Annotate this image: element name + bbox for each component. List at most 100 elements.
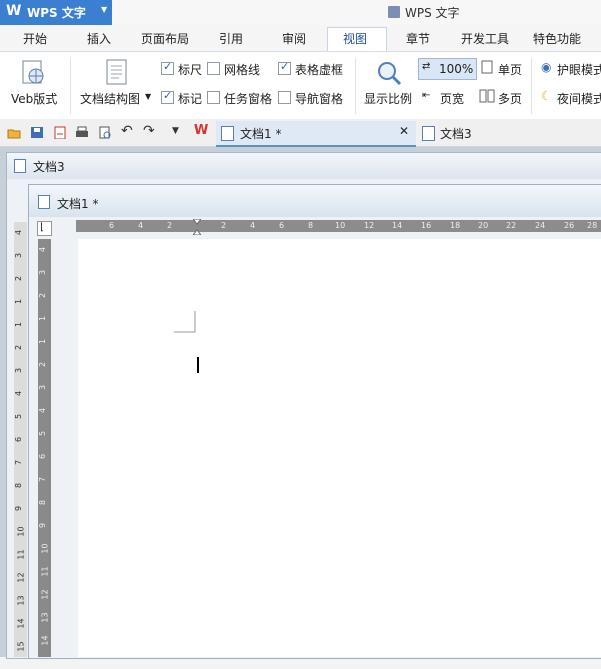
tab-references[interactable]: 引用 bbox=[219, 30, 243, 47]
ruler-label: 1 bbox=[14, 298, 24, 305]
close-icon[interactable]: ✕ bbox=[399, 124, 409, 138]
ruler-label: 10 bbox=[40, 543, 50, 554]
vertical-ruler-labels: 4 3 2 1 1 2 3 4 5 6 7 8 9 10 11 12 13 14 15 bbox=[14, 222, 27, 657]
table-gridlines-checkbox[interactable] bbox=[278, 60, 291, 75]
tab-review[interactable]: 审阅 bbox=[282, 30, 306, 47]
ruler-label: 7 bbox=[14, 459, 24, 466]
window-title: 文档1 * bbox=[57, 197, 99, 211]
ruler-label: 8 bbox=[38, 499, 48, 506]
separator bbox=[531, 58, 532, 114]
pdf-icon[interactable] bbox=[53, 126, 67, 139]
page-width-icon: ⇤ bbox=[422, 90, 431, 101]
ruler-label: 15 bbox=[40, 658, 50, 669]
ruler-label: 12 bbox=[16, 572, 26, 583]
single-page-icon bbox=[481, 60, 493, 74]
tab-view[interactable]: 视图 bbox=[343, 30, 367, 47]
nav-pane-checkbox[interactable] bbox=[278, 91, 291, 104]
separator bbox=[355, 58, 356, 114]
ruler-label: 2 bbox=[14, 275, 24, 282]
tab-insert[interactable]: 插入 bbox=[87, 30, 111, 47]
app-menu-button[interactable]: W WPS 文字 ▼ bbox=[0, 0, 112, 25]
ruler-label: 4 bbox=[250, 221, 256, 230]
ruler-label: 11 bbox=[40, 566, 50, 577]
margin-corner-mark bbox=[174, 311, 196, 333]
ruler-label: 22 bbox=[506, 221, 517, 230]
moon-icon: ☾ bbox=[541, 89, 552, 103]
ruler-label: 3 bbox=[14, 252, 24, 259]
eye-icon: ◉ bbox=[541, 60, 552, 74]
ruler-label: 4 bbox=[14, 229, 24, 236]
ruler-label: 2 bbox=[14, 344, 24, 351]
tab-developer[interactable]: 开发工具 bbox=[461, 30, 509, 47]
ruler-label: 8 bbox=[308, 221, 314, 230]
wps-logo-icon: W bbox=[6, 3, 22, 19]
ruler-label: 18 bbox=[450, 221, 461, 230]
ruler-label: 8 bbox=[14, 482, 24, 489]
doc-tab-active[interactable]: 文档1 * ✕ bbox=[216, 121, 416, 147]
document-map-icon bbox=[106, 59, 127, 85]
ruler-label: 10 bbox=[335, 221, 346, 230]
ruler-label: 5 bbox=[38, 430, 48, 437]
ruler-label: 2 bbox=[221, 221, 227, 230]
print-preview-icon[interactable] bbox=[98, 126, 112, 139]
vertical-ruler-labels: 4 3 2 1 1 2 3 4 5 6 7 8 9 10 11 12 13 14 15 bbox=[38, 239, 51, 669]
doc-tab[interactable]: 文档3 bbox=[420, 121, 510, 145]
gridlines-checkbox[interactable] bbox=[207, 62, 220, 75]
customize-toolbar-icon[interactable]: ▼ bbox=[172, 126, 179, 136]
ruler-label: 9 bbox=[38, 522, 48, 529]
ruler-label: 4 bbox=[38, 246, 48, 253]
nav-pane-label: 导航窗格 bbox=[295, 92, 344, 106]
ruler-label: 14 bbox=[16, 618, 26, 629]
undo-icon[interactable]: ↶ bbox=[121, 123, 133, 139]
ruler-label: 7 bbox=[38, 476, 48, 483]
print-icon[interactable] bbox=[75, 126, 89, 139]
ruler-label: 3 bbox=[38, 269, 48, 276]
tab-stop-selector[interactable]: ⌊ bbox=[37, 221, 52, 236]
ruler-label: 1 bbox=[38, 315, 48, 322]
table-gridlines-label: 表格虚框 bbox=[295, 63, 344, 77]
task-pane-label: 任务窗格 bbox=[224, 92, 273, 106]
ruler-label: 1 bbox=[14, 321, 24, 328]
ruler-checkbox[interactable] bbox=[161, 60, 174, 75]
ruler-label: 28 bbox=[587, 221, 598, 230]
tab-page-layout[interactable]: 页面布局 bbox=[141, 30, 189, 47]
tab-start[interactable]: 开始 bbox=[23, 30, 47, 47]
ruler-label: 24 bbox=[535, 221, 546, 230]
task-pane-checkbox[interactable] bbox=[207, 91, 220, 104]
ruler-label: 11 bbox=[16, 549, 26, 560]
text-cursor bbox=[197, 357, 199, 373]
marks-checkbox[interactable] bbox=[161, 89, 174, 104]
zoom-100-button[interactable]: ⇄ 100% bbox=[418, 58, 477, 80]
ruler-label: 12 bbox=[364, 221, 375, 230]
ruler-label: 4 bbox=[38, 407, 48, 414]
window-title: WPS 文字 bbox=[388, 4, 460, 21]
ruler-label: 14 bbox=[40, 635, 50, 646]
page-zoom-icon: ⇄ bbox=[422, 61, 431, 72]
ruler-label: 14 bbox=[392, 221, 403, 230]
chevron-down-icon: ▼ bbox=[101, 5, 108, 14]
ribbon-tab-bar: 开始 插入 页面布局 引用 审阅 视图 章节 开发工具 特色功能 bbox=[0, 25, 601, 53]
multi-page-icon bbox=[479, 89, 495, 103]
document-icon bbox=[422, 126, 435, 141]
ruler-label: 3 bbox=[14, 367, 24, 374]
ruler-label: 2 bbox=[167, 221, 173, 230]
document-page[interactable] bbox=[78, 239, 601, 657]
document-icon bbox=[14, 159, 26, 173]
ruler-label: 3 bbox=[38, 384, 48, 391]
redo-icon[interactable]: ↷ bbox=[143, 123, 155, 139]
wps-w-icon[interactable]: W bbox=[194, 123, 208, 138]
indent-marker[interactable] bbox=[191, 218, 203, 236]
window-titlebar[interactable]: 文档1 * bbox=[29, 185, 601, 217]
ruler-label: 12 bbox=[40, 589, 50, 600]
document-icon bbox=[388, 6, 400, 18]
tab-chapter[interactable]: 章节 bbox=[406, 30, 430, 47]
tab-special[interactable]: 特色功能 bbox=[533, 30, 581, 47]
window-titlebar[interactable]: 文档3 bbox=[7, 153, 601, 179]
ruler-label: 9 bbox=[14, 505, 24, 512]
ruler-label: 15 bbox=[16, 641, 26, 652]
ruler-label: 1 bbox=[38, 338, 48, 345]
chevron-down-icon: ▼ bbox=[145, 92, 152, 101]
ruler-label: 10 bbox=[16, 526, 26, 537]
save-icon[interactable] bbox=[30, 126, 44, 139]
open-icon[interactable] bbox=[7, 126, 21, 139]
